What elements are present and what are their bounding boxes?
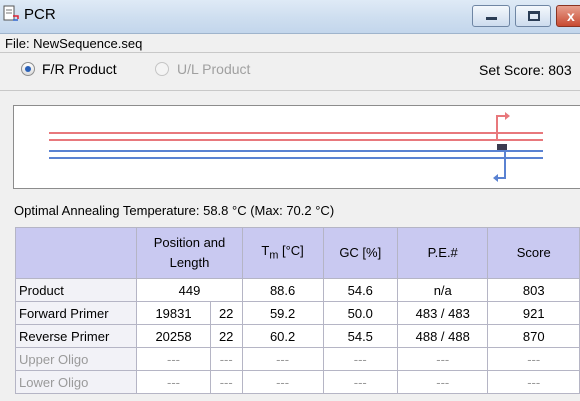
forward-strand-line-bottom: [49, 139, 543, 141]
row-label: Product: [14, 278, 138, 302]
cell-gc: 50.0: [322, 301, 399, 325]
cell-length: 22: [209, 301, 243, 325]
cell-position: ---: [136, 347, 211, 371]
row-label: Lower Oligo: [14, 370, 138, 394]
pcr-results-table: Position and Length Tm [°C] GC [%] P.E.#…: [14, 227, 580, 394]
cell-gc: 54.5: [322, 324, 399, 348]
position-header-line2: Length: [169, 255, 210, 270]
cell-length: ---: [209, 370, 243, 394]
table-row[interactable]: Lower Oligo --- --- --- --- --- ---: [14, 370, 580, 394]
table-row[interactable]: Reverse Primer 20258 22 60.2 54.5 488 / …: [14, 324, 580, 348]
reverse-primer-arrow: [495, 152, 506, 179]
gc-header[interactable]: GC [%]: [322, 227, 399, 279]
table-row[interactable]: Product 449 88.6 54.6 n/a 803: [14, 278, 580, 302]
cell-length: ---: [209, 347, 243, 371]
cell-pe: n/a: [397, 278, 489, 302]
cell-tm: 88.6: [241, 278, 324, 302]
score-header[interactable]: Score: [487, 227, 580, 279]
primer-site-marker: [497, 144, 507, 150]
set-score: Set Score: 803: [479, 62, 572, 78]
cell-tm: 60.2: [241, 324, 324, 348]
cell-pe: ---: [397, 347, 489, 371]
divider: [0, 90, 580, 91]
forward-strand-line-top: [49, 132, 543, 134]
title-bar: PCR x: [0, 0, 580, 34]
pe-header[interactable]: P.E.#: [397, 227, 489, 279]
ul-product-label: U/L Product: [177, 61, 251, 77]
cell-position: ---: [136, 370, 211, 394]
row-label: Forward Primer: [14, 301, 138, 325]
fr-product-radio[interactable]: [21, 62, 35, 76]
maximize-icon: [528, 11, 540, 21]
cell-position: 20258: [136, 324, 211, 348]
cell-score: 921: [487, 301, 580, 325]
primer-map-graphic: [49, 112, 543, 182]
cell-length: 22: [209, 324, 243, 348]
cell-tm: ---: [241, 347, 324, 371]
cell-gc: ---: [322, 370, 399, 394]
row-label: Reverse Primer: [14, 324, 138, 348]
table-row[interactable]: Upper Oligo --- --- --- --- --- ---: [14, 347, 580, 371]
divider: [0, 52, 580, 53]
file-label: File: NewSequence.seq: [5, 36, 143, 51]
forward-arrow-head: [505, 112, 510, 120]
cell-score: 870: [487, 324, 580, 348]
ul-product-radio: [155, 62, 169, 76]
tm-header[interactable]: Tm [°C]: [241, 227, 324, 279]
tm-header-unit: [°C]: [278, 242, 304, 258]
position-length-header[interactable]: Position and Length: [136, 227, 243, 279]
pcr-app-icon: [3, 5, 19, 21]
fr-product-label[interactable]: F/R Product: [42, 61, 117, 77]
minimize-icon: [486, 17, 497, 20]
cell-gc: ---: [322, 347, 399, 371]
cell-gc: 54.6: [322, 278, 399, 302]
cell-score: ---: [487, 347, 580, 371]
position-header-line1: Position and: [153, 235, 226, 250]
optimal-annealing-temperature: Optimal Annealing Temperature: 58.8 °C (…: [14, 203, 335, 218]
cell-score: ---: [487, 370, 580, 394]
reverse-strand-line-bottom: [49, 157, 543, 159]
cell-score: 803: [487, 278, 580, 302]
product-mode-group: F/R Product U/L Product Set Score: 803: [0, 60, 580, 82]
primer-map: [13, 105, 580, 189]
cell-pe: 488 / 488: [397, 324, 489, 348]
reverse-arrow-head: [493, 174, 498, 182]
tm-header-sub: m: [269, 249, 279, 262]
table-row[interactable]: Forward Primer 19831 22 59.2 50.0 483 / …: [14, 301, 580, 325]
cell-pe: 483 / 483: [397, 301, 489, 325]
window-title: PCR: [24, 6, 56, 23]
reverse-strand-line-top: [49, 150, 543, 152]
maximize-button[interactable]: [515, 5, 551, 27]
minimize-button[interactable]: [472, 5, 510, 27]
cell-position: 449: [136, 278, 243, 302]
close-button[interactable]: x: [556, 5, 580, 27]
cell-tm: ---: [241, 370, 324, 394]
row-label: Upper Oligo: [14, 347, 138, 371]
cell-tm: 59.2: [241, 301, 324, 325]
cell-pe: ---: [397, 370, 489, 394]
cell-position: 19831: [136, 301, 211, 325]
row-header-corner: [14, 227, 138, 279]
close-icon: x: [567, 8, 575, 24]
